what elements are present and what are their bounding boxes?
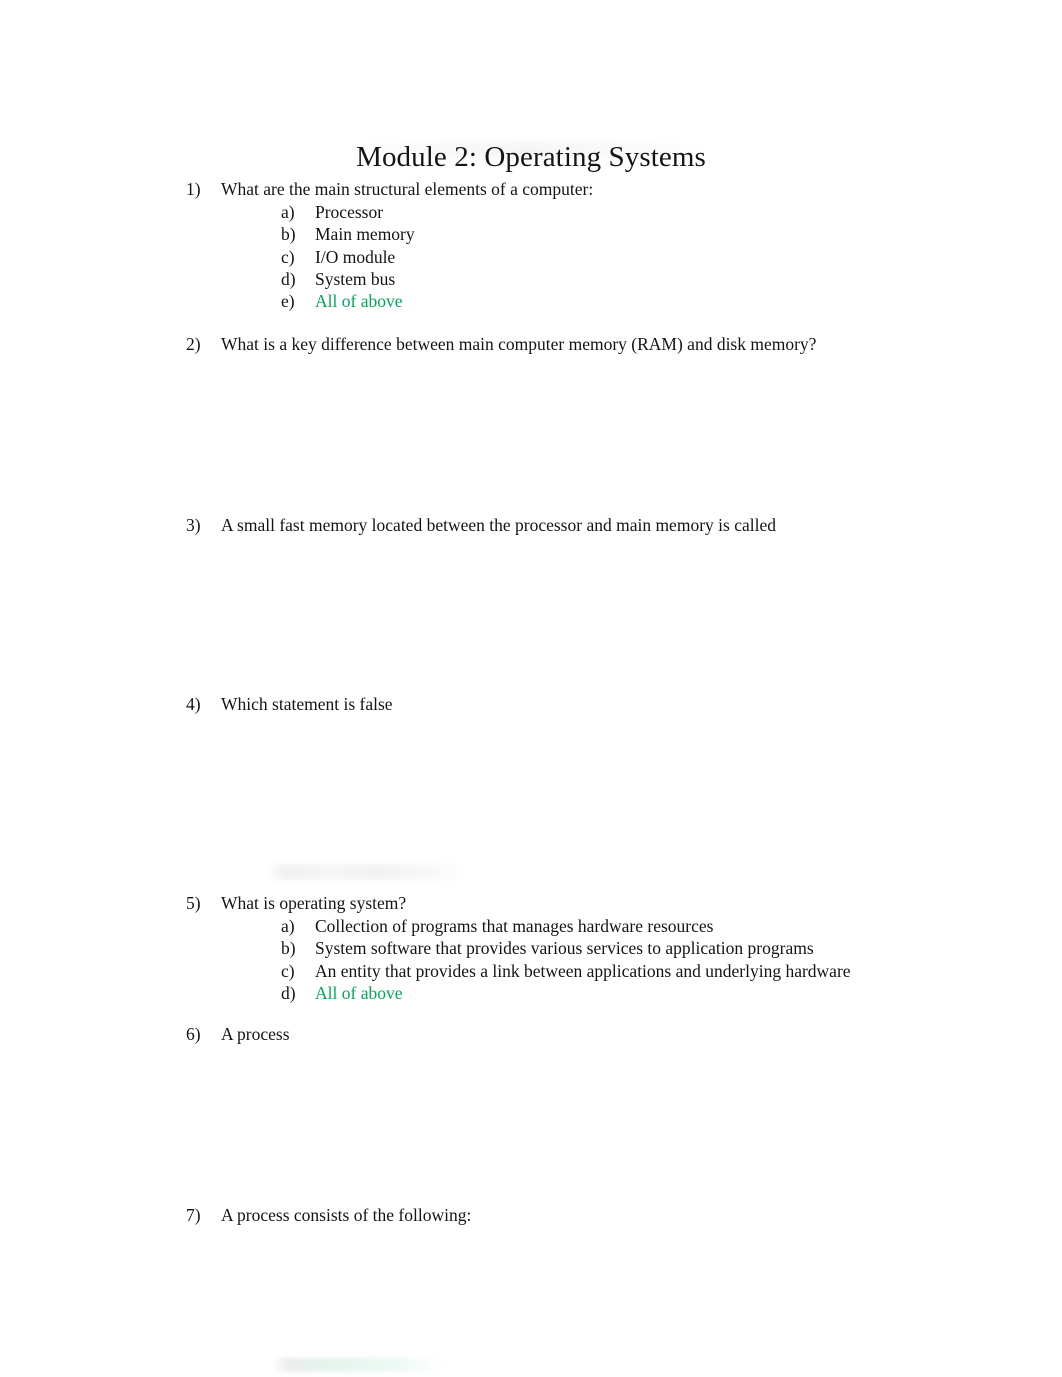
page-title: Module 2: Operating Systems bbox=[356, 141, 706, 174]
question-block: 5) What is operating system? a) Collection … bbox=[0, 892, 1062, 1004]
question-text: What is a key difference between main co… bbox=[221, 334, 817, 354]
question-text: A process bbox=[221, 1024, 290, 1044]
question-row: 2) What is a key difference between main … bbox=[0, 333, 1062, 356]
question-text: A small fast memory located between the … bbox=[221, 515, 776, 535]
question-block: 7) A process consists of the following: bbox=[0, 1204, 1062, 1227]
question-row: 1) What are the main structural elements … bbox=[0, 178, 1062, 201]
question-block: 3) A small fast memory located between th… bbox=[0, 514, 1062, 537]
option-row[interactable]: c) An entity that provides a link between… bbox=[0, 960, 1062, 982]
question-number: 4) bbox=[186, 694, 201, 714]
option-text: An entity that provides a link between a… bbox=[315, 960, 851, 981]
question-number: 2) bbox=[186, 334, 201, 354]
option-letter: b) bbox=[281, 938, 296, 959]
option-letter: d) bbox=[281, 982, 296, 1003]
option-text: Processor bbox=[315, 202, 384, 222]
question-row: 6) A process bbox=[0, 1023, 1062, 1046]
question-number: 6) bbox=[186, 1024, 201, 1044]
question-block: 1) What are the main structural elements … bbox=[0, 178, 1062, 312]
option-row[interactable]: b) System software that provides various … bbox=[0, 937, 1062, 959]
question-number: 1) bbox=[186, 179, 201, 199]
question-text: Which statement is false bbox=[221, 694, 393, 714]
option-row[interactable]: a) Collection of programs that manages ha… bbox=[0, 915, 1062, 937]
option-row[interactable]: b) Main memory bbox=[0, 223, 1062, 245]
question-row: 7) A process consists of the following: bbox=[0, 1204, 1062, 1227]
option-letter: c) bbox=[281, 960, 295, 981]
option-letter: c) bbox=[281, 246, 295, 267]
erased-text-artifact-upper bbox=[268, 864, 466, 880]
option-row[interactable]: d) System bus bbox=[0, 268, 1062, 290]
option-letter: a) bbox=[281, 202, 295, 222]
option-text: All of above bbox=[315, 291, 403, 312]
question-number: 5) bbox=[186, 893, 201, 913]
document-page: Module 2: Operating Systems 1) What are t… bbox=[0, 0, 1062, 1377]
option-letter: d) bbox=[281, 268, 296, 289]
erased-text-artifact-lower bbox=[272, 1358, 444, 1372]
option-row-selected-answer[interactable]: d) All of above bbox=[0, 982, 1062, 1004]
option-text: System software that provides various se… bbox=[315, 938, 814, 959]
option-text: All of above bbox=[315, 982, 403, 1003]
question-row: 3) A small fast memory located between th… bbox=[0, 514, 1062, 537]
option-text: Collection of programs that manages hard… bbox=[315, 916, 714, 936]
option-row[interactable]: c) I/O module bbox=[0, 246, 1062, 268]
question-number: 3) bbox=[186, 515, 201, 535]
question-block: 6) A process bbox=[0, 1023, 1062, 1046]
question-text: What are the main structural elements of… bbox=[221, 179, 594, 199]
option-text: System bus bbox=[315, 268, 396, 289]
question-block: 2) What is a key difference between main … bbox=[0, 333, 1062, 356]
option-row-selected-answer[interactable]: e) All of above bbox=[0, 290, 1062, 312]
question-text: A process consists of the following: bbox=[221, 1205, 472, 1225]
question-block: 4) Which statement is false bbox=[0, 693, 1062, 716]
option-letter: a) bbox=[281, 916, 295, 936]
question-number: 7) bbox=[186, 1205, 201, 1225]
option-text: I/O module bbox=[315, 246, 396, 267]
question-row: 5) What is operating system? bbox=[0, 892, 1062, 915]
question-row: 4) Which statement is false bbox=[0, 693, 1062, 716]
option-letter: b) bbox=[281, 224, 296, 245]
option-letter: e) bbox=[281, 291, 295, 312]
question-text: What is operating system? bbox=[221, 893, 407, 913]
option-text: Main memory bbox=[315, 224, 415, 245]
option-row[interactable]: a) Processor bbox=[0, 201, 1062, 223]
